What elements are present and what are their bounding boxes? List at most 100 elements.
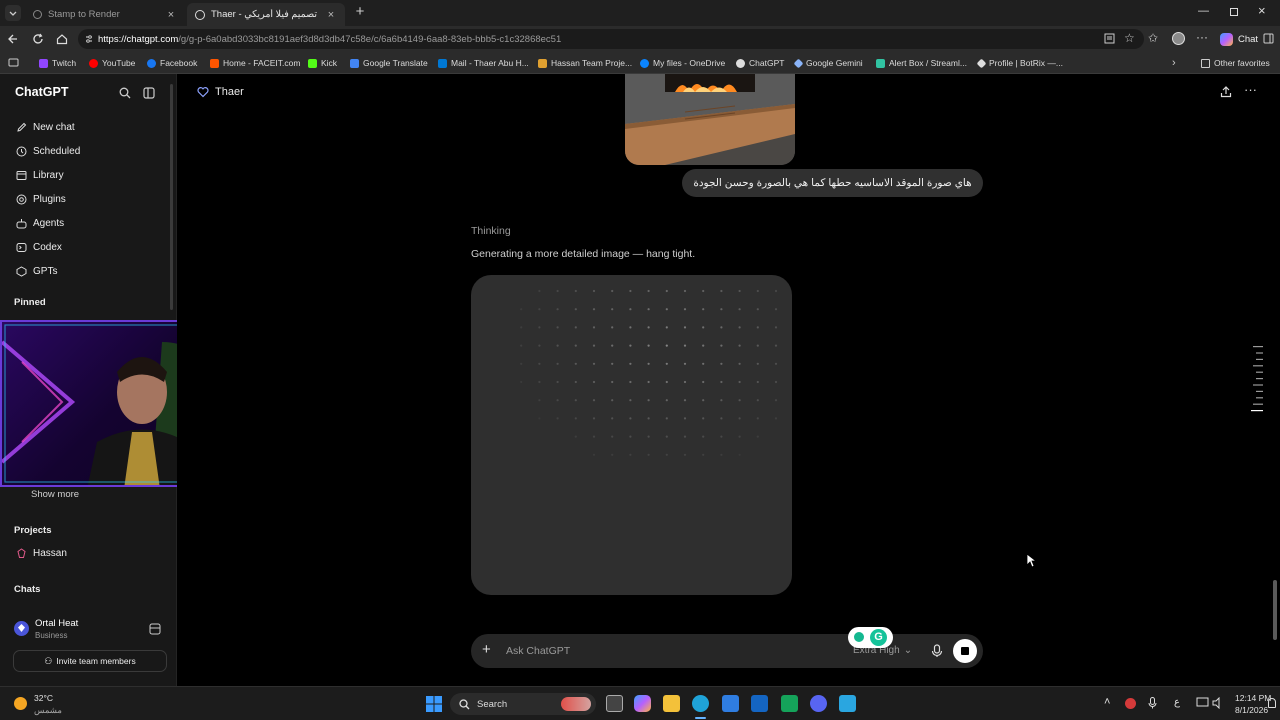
minimize-button[interactable]: — — [1198, 5, 1209, 17]
bookmark-gemini[interactable]: Google Gemini — [793, 56, 863, 70]
site-info-icon[interactable] — [84, 34, 94, 44]
reading-view-icon[interactable] — [1104, 33, 1115, 44]
discord-icon[interactable] — [810, 695, 827, 712]
sidebar-toggle-icon[interactable] — [1263, 33, 1274, 44]
sidebar-item-agents[interactable]: Agents — [16, 214, 64, 232]
weather-temperature[interactable]: 32°C — [34, 693, 53, 703]
composer-input[interactable]: Ask ChatGPT — [506, 645, 570, 657]
notification-bell-icon[interactable] — [1268, 698, 1276, 708]
share-icon[interactable] — [1220, 86, 1232, 98]
clock-time[interactable]: 12:14 PM — [1235, 693, 1271, 703]
minimap-line[interactable] — [1256, 397, 1263, 399]
sidebar-item-project-hassan[interactable]: Hassan — [16, 544, 67, 562]
account-name[interactable]: Ortal Heat — [35, 618, 78, 629]
restore-button[interactable] — [1230, 8, 1238, 16]
copilot-button[interactable]: Chat — [1214, 30, 1264, 48]
main-scrollbar[interactable] — [1273, 580, 1277, 640]
other-favorites[interactable]: Other favorites — [1201, 56, 1270, 70]
account-avatar[interactable] — [14, 621, 29, 636]
chat-header-title[interactable]: Thaer — [197, 86, 244, 98]
user-uploaded-image[interactable] — [625, 74, 795, 165]
minimap-line[interactable] — [1253, 403, 1263, 405]
taskbar-search[interactable]: Search — [450, 693, 596, 715]
home-icon[interactable] — [56, 33, 68, 45]
speaker-icon[interactable] — [1212, 697, 1225, 709]
monitor-icon[interactable] — [1196, 697, 1209, 709]
grammarly-badge[interactable]: G — [848, 627, 893, 648]
url-field[interactable]: https://chatgpt.com/g/g-p-6a0abd3033bc81… — [78, 29, 1144, 49]
workspace-switch-icon[interactable] — [149, 623, 161, 635]
brand-title[interactable]: ChatGPT — [15, 85, 68, 99]
chevron-up-icon[interactable]: ˄ — [1104, 696, 1110, 708]
add-attachment-button[interactable]: + — [482, 641, 491, 658]
copilot-app-icon[interactable] — [634, 695, 651, 712]
minimap-line[interactable] — [1256, 371, 1263, 373]
game-app-icon[interactable] — [781, 695, 798, 712]
bookmark-youtube[interactable]: YouTube — [89, 56, 135, 70]
search-icon[interactable] — [119, 87, 131, 99]
bookmark-onedrive[interactable]: My files - OneDrive — [640, 56, 725, 70]
bookmark-alert-box[interactable]: Alert Box / Streaml... — [876, 56, 967, 70]
file-explorer-icon[interactable] — [663, 695, 680, 712]
back-arrow-icon[interactable] — [7, 33, 19, 45]
conversation-minimap[interactable] — [1249, 344, 1263, 416]
conversation-options-icon[interactable]: ··· — [1244, 82, 1257, 97]
show-more-button[interactable]: Show more — [31, 489, 79, 500]
sidebar-scrollbar[interactable] — [170, 84, 173, 310]
network-app-icon[interactable] — [1125, 698, 1136, 709]
sidebar-item-scheduled[interactable]: Scheduled — [16, 142, 80, 160]
task-view-icon[interactable] — [606, 695, 623, 712]
sidebar-item-codex[interactable]: Codex — [16, 238, 62, 256]
tab-stamp-to-render[interactable]: Stamp to Render × — [25, 3, 185, 26]
sidebar-collapse-icon[interactable] — [143, 87, 155, 99]
close-window-button[interactable]: × — [1258, 3, 1266, 18]
bookmark-faceit[interactable]: Home - FACEIT.com — [210, 56, 300, 70]
minimap-line[interactable] — [1256, 390, 1263, 392]
minimap-line[interactable] — [1253, 384, 1263, 386]
close-icon[interactable]: × — [165, 9, 177, 21]
tab-thaer[interactable]: Thaer - تصميم فيلا أمريكي × — [187, 3, 345, 26]
bookmark-google-translate[interactable]: Google Translate — [350, 56, 428, 70]
edge-browser-icon[interactable] — [692, 695, 709, 712]
more-icon[interactable]: ··· — [1196, 30, 1208, 44]
minimap-line[interactable] — [1251, 410, 1263, 412]
sidebar-item-library[interactable]: Library — [16, 166, 64, 184]
minimap-line[interactable] — [1253, 365, 1263, 367]
bookmark-botrix[interactable]: Profile | BotRix —... — [976, 56, 1063, 70]
snipping-tool-icon[interactable] — [839, 695, 856, 712]
favorite-star-icon[interactable]: ☆ — [1124, 31, 1135, 45]
sidebar-item-new-chat[interactable]: New chat — [16, 118, 75, 136]
profile-avatar[interactable] — [1172, 32, 1185, 45]
bookmark-twitch[interactable]: Twitch — [39, 56, 76, 70]
input-language[interactable]: ع — [1174, 697, 1180, 708]
windows-start-icon[interactable] — [426, 696, 442, 712]
favorites-icon[interactable]: ✩ — [1148, 31, 1158, 45]
loading-dot — [647, 380, 650, 384]
bookmark-hassan-team[interactable]: Hassan Team Proje... — [538, 56, 632, 70]
stop-generation-button[interactable] — [953, 639, 977, 663]
thinking-label[interactable]: Thinking — [471, 225, 511, 237]
close-icon[interactable]: × — [325, 9, 337, 21]
invite-team-button[interactable]: ⚇ Invite team members — [13, 650, 167, 672]
tab-actions-button[interactable] — [5, 5, 21, 21]
bookmark-mail[interactable]: Mail - Thaer Abu H... — [438, 56, 529, 70]
refresh-icon[interactable] — [32, 33, 44, 45]
new-tab-button[interactable]: + — [352, 4, 368, 20]
outlook-icon[interactable] — [751, 695, 768, 712]
microphone-icon[interactable] — [931, 644, 943, 658]
microsoft-store-icon[interactable] — [722, 695, 739, 712]
minimap-line[interactable] — [1253, 346, 1263, 348]
weather-sun-icon[interactable] — [14, 697, 27, 710]
microphone-icon[interactable] — [1148, 697, 1157, 709]
sidebar-item-gpts[interactable]: GPTs — [16, 262, 57, 280]
bookmark-chatgpt[interactable]: ChatGPT — [736, 56, 784, 70]
bookmarks-menu-icon[interactable] — [8, 57, 19, 68]
clock-date[interactable]: 8/1/2026 — [1235, 705, 1268, 715]
bookmark-kick[interactable]: Kick — [308, 56, 337, 70]
minimap-line[interactable] — [1256, 352, 1263, 354]
bookmark-facebook[interactable]: Facebook — [147, 56, 197, 70]
minimap-line[interactable] — [1256, 358, 1263, 360]
minimap-line[interactable] — [1256, 378, 1263, 380]
sidebar-item-plugins[interactable]: Plugins — [16, 190, 66, 208]
bookmarks-overflow-chevron-icon[interactable]: › — [1172, 56, 1176, 70]
